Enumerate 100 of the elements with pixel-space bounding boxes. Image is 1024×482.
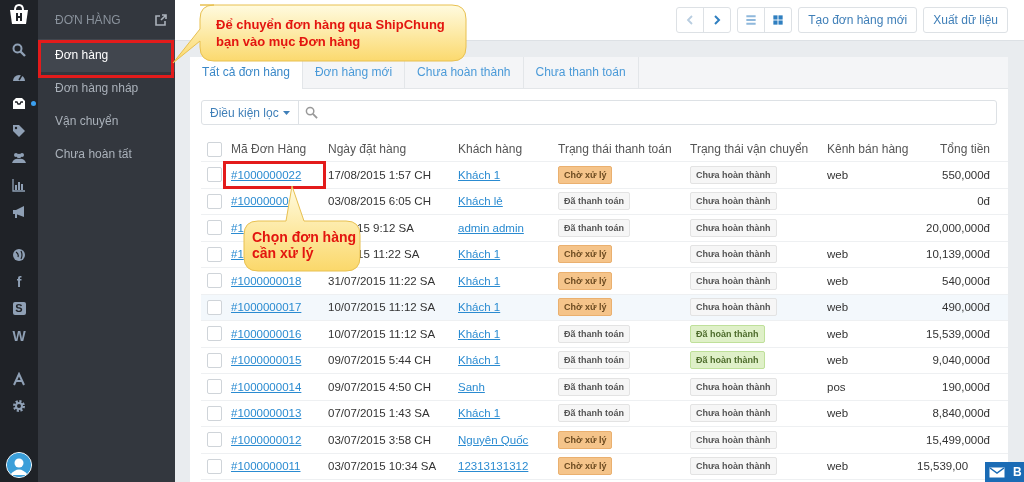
table-row[interactable]: #1000000017 10/07/2015 11:12 SA Khách 1 Chờ xử lý Chưa hoàn thành web 490,000đ	[201, 294, 1008, 321]
status-badge: Đã thanh toán	[558, 218, 630, 237]
table-cell-text: web	[826, 460, 850, 473]
status-badge: Đã hoàn thành	[690, 351, 765, 370]
table-cell-text: 10/07/2015 11:12 SA	[327, 327, 437, 340]
glyph-icon[interactable]: W	[12, 328, 26, 343]
customer-link[interactable]: Khách 1	[458, 301, 501, 314]
order-link[interactable]: #1000000015	[231, 354, 302, 367]
status-badge: Đã thanh toán	[558, 404, 630, 423]
table-cell-text: web	[826, 248, 850, 261]
customer-link[interactable]: admin admin	[458, 221, 524, 234]
status-badge: Chờ xử lý	[558, 271, 613, 290]
order-link[interactable]: #1	[231, 221, 244, 234]
square-glyph-icon[interactable]: S	[12, 302, 26, 315]
status-badge: Chưa hoàn thành	[690, 430, 777, 449]
customer-link[interactable]: Khách 1	[458, 248, 501, 261]
status-badge: Chưa hoàn thành	[690, 404, 777, 423]
table-cell: 550,000đ	[942, 168, 990, 181]
customer-link[interactable]: Khách 1	[458, 407, 501, 420]
table-cell-text: 10/07/2015 11:12 SA	[327, 301, 437, 314]
order-link[interactable]: #10000000	[231, 195, 289, 208]
status-badge: Đã thanh toán	[558, 324, 630, 343]
sidebar-item[interactable]: Vận chuyển	[38, 105, 175, 138]
column-header: Trạng thái vận chuyển	[689, 142, 810, 156]
sidebar-item[interactable]: Đơn hàng nháp	[38, 72, 175, 105]
table-cell: 9,040,000đ	[932, 354, 990, 367]
status-badge: Chưa hoàn thành	[690, 377, 777, 396]
table-cell-text: web	[826, 168, 850, 181]
status-badge: Chưa hoàn thành	[690, 218, 777, 237]
order-link[interactable]: #1000000012	[231, 433, 302, 446]
table-cell-text: web	[826, 407, 850, 420]
table-cell: 20,000,000đ	[926, 221, 990, 234]
order-link[interactable]: #1000000011	[231, 460, 301, 473]
table-cell-text: 03/07/2015 10:34 SA	[327, 460, 438, 473]
callout-text: Chọn đơn hàng cần xử lý	[252, 229, 358, 261]
status-badge: Chưa hoàn thành	[690, 165, 777, 184]
table-cell: 490,000đ	[942, 301, 990, 314]
toolbar-button[interactable]: Tạo đơn hàng mới	[798, 7, 918, 33]
status-badge: Chưa hoàn thành	[690, 192, 777, 211]
column-header: Mã Đơn Hàng	[230, 142, 308, 156]
order-link[interactable]: #1000000016	[231, 327, 302, 340]
table-cell-text: 03/08/2015 6:05 CH	[327, 195, 432, 208]
status-badge: Chưa hoàn thành	[690, 298, 777, 317]
table-cell-text: 17/08/2015 1:57 CH	[327, 168, 432, 181]
order-link[interactable]: #1000000017	[231, 301, 302, 314]
column-header: Trạng thái thanh toán	[557, 142, 673, 156]
sidebar-item[interactable]: Chưa hoàn tất	[38, 138, 175, 171]
status-badge: Đã thanh toán	[558, 192, 630, 211]
order-link[interactable]: #1	[231, 248, 244, 261]
table-cell: 540,000đ	[942, 274, 990, 287]
customer-link[interactable]: 12313131312	[458, 460, 529, 473]
table-cell: 15,539,000đ	[926, 327, 990, 340]
callout-text: Để chuyển đơn hàng qua ShipChung bạn vào mục Đơn hàng	[216, 16, 446, 50]
tab[interactable]: Chưa thanh toán	[523, 57, 639, 88]
table-cell: 15,539,00	[917, 460, 969, 473]
column-header: Khách hàng	[457, 142, 524, 156]
order-link[interactable]: #1000000013	[231, 407, 302, 420]
toolbar-button[interactable]: Xuất dữ liệu	[923, 7, 1008, 33]
order-link[interactable]: #1000000022	[231, 168, 302, 181]
table-cell-text: web	[826, 274, 850, 287]
table-cell-text: web	[826, 301, 850, 314]
status-badge: Đã thanh toán	[558, 377, 630, 396]
order-link[interactable]: #1000000014	[231, 380, 302, 393]
customer-link[interactable]: Khách 1	[458, 354, 501, 367]
status-badge: Chờ xử lý	[558, 457, 613, 476]
customer-link[interactable]: Khách 1	[458, 168, 501, 181]
column-header: Ngày đặt hàng	[327, 142, 408, 156]
table-cell: 15,499,000đ	[926, 433, 990, 446]
status-badge: Đã thanh toán	[558, 351, 630, 370]
customer-link[interactable]: Khách 1	[458, 327, 501, 340]
status-badge: Chờ xử lý	[558, 165, 613, 184]
table-cell: 190,000đ	[942, 380, 990, 393]
status-badge: Chờ xử lý	[558, 298, 613, 317]
table-cell-text: 09/07/2015 5:44 CH	[327, 354, 432, 367]
table-cell-text: 07/07/2015 1:43 SA	[327, 407, 431, 420]
status-badge: Đã hoàn thành	[690, 324, 765, 343]
table-cell-text: 09/07/2015 4:50 CH	[327, 380, 432, 393]
table-cell-text: 03/07/2015 3:58 CH	[327, 433, 432, 446]
table-cell: 8,840,000đ	[932, 407, 990, 420]
order-link[interactable]: #1000000018	[231, 274, 302, 287]
column-header: Kênh bán hàng	[826, 142, 910, 156]
customer-link[interactable]: Nguyên Quốc	[458, 433, 529, 446]
table-cell-text: pos	[826, 380, 847, 393]
customer-link[interactable]: Khách 1	[458, 274, 501, 287]
sidebar-title: ĐƠN HÀNG	[55, 13, 121, 27]
status-badge: Chưa hoàn thành	[690, 245, 777, 264]
customer-link[interactable]: Sanh	[458, 380, 485, 393]
status-badge: Chưa hoàn thành	[690, 271, 777, 290]
sidebar-item[interactable]: Đơn hàng	[38, 39, 175, 72]
table-cell: 10,139,000đ	[926, 248, 990, 261]
glyph-icon[interactable]: f	[16, 274, 22, 289]
table-cell: 0đ	[977, 195, 990, 208]
status-badge: Chưa hoàn thành	[690, 457, 777, 476]
table-cell-text: web	[826, 327, 850, 340]
customer-link[interactable]: Khách lẻ	[458, 195, 503, 208]
status-badge: Chờ xử lý	[558, 430, 613, 449]
table-cell-text: 31/07/2015 11:22 SA	[327, 274, 437, 287]
status-badge: Chờ xử lý	[558, 245, 613, 264]
table-cell-text: web	[826, 354, 850, 367]
chat-toast[interactable]: B	[985, 462, 1024, 482]
